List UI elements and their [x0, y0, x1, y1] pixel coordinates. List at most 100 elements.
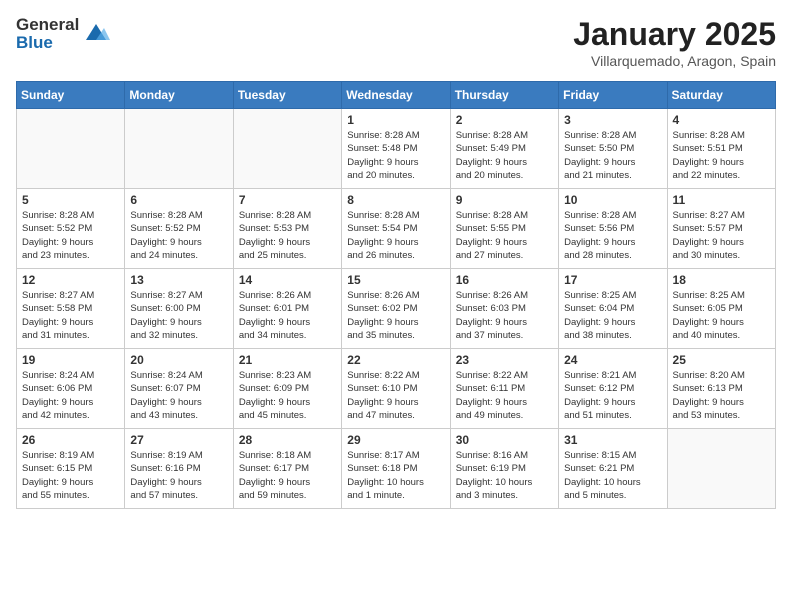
day-info: Sunrise: 8:20 AM Sunset: 6:13 PM Dayligh… [673, 369, 770, 422]
calendar-day-cell: 21 Sunrise: 8:23 AM Sunset: 6:09 PM Dayli… [233, 349, 341, 429]
day-number: 27 [130, 433, 227, 447]
day-number: 7 [239, 193, 336, 207]
weekday-header: Saturday [667, 82, 775, 109]
calendar-day-cell: 4Sunrise: 8:28 AM Sunset: 5:51 PM Daylig… [667, 109, 775, 189]
day-number: 8 [347, 193, 444, 207]
day-number: 25 [673, 353, 770, 367]
day-number: 17 [564, 273, 661, 287]
day-info: Sunrise: 8:16 AM Sunset: 6:19 PM Dayligh… [456, 449, 553, 502]
day-number: 22 [347, 353, 444, 367]
day-number: 5 [22, 193, 119, 207]
page-header: General Blue January 2025 Villarquemado,… [16, 16, 776, 69]
day-info: Sunrise: 8:27 AM Sunset: 5:57 PM Dayligh… [673, 209, 770, 262]
calendar-day-cell: 16 Sunrise: 8:26 AM Sunset: 6:03 PM Dayli… [450, 269, 558, 349]
calendar-day-cell: 9 Sunrise: 8:28 AM Sunset: 5:55 PM Daylig… [450, 189, 558, 269]
calendar-day-cell: 22 Sunrise: 8:22 AM Sunset: 6:10 PM Dayli… [342, 349, 450, 429]
day-info: Sunrise: 8:25 AM Sunset: 6:04 PM Dayligh… [564, 289, 661, 342]
calendar-day-cell: 6Sunrise: 8:28 AM Sunset: 5:52 PM Daylig… [125, 189, 233, 269]
day-info: Sunrise: 8:22 AM Sunset: 6:11 PM Dayligh… [456, 369, 553, 422]
day-info: Sunrise: 8:28 AM Sunset: 5:48 PM Dayligh… [347, 129, 444, 182]
day-number: 11 [673, 193, 770, 207]
calendar-day-cell: 7 Sunrise: 8:28 AM Sunset: 5:53 PM Daylig… [233, 189, 341, 269]
calendar-day-cell [125, 109, 233, 189]
day-info: Sunrise: 8:28 AM Sunset: 5:50 PM Dayligh… [564, 129, 661, 182]
calendar-day-cell: 8 Sunrise: 8:28 AM Sunset: 5:54 PM Daylig… [342, 189, 450, 269]
day-number: 9 [456, 193, 553, 207]
calendar-day-cell: 2 Sunrise: 8:28 AM Sunset: 5:49 PM Daylig… [450, 109, 558, 189]
day-number: 20 [130, 353, 227, 367]
calendar-header-row: SundayMondayTuesdayWednesdayThursdayFrid… [17, 82, 776, 109]
weekday-header: Sunday [17, 82, 125, 109]
weekday-header: Thursday [450, 82, 558, 109]
day-info: Sunrise: 8:19 AM Sunset: 6:16 PM Dayligh… [130, 449, 227, 502]
calendar-day-cell: 24Sunrise: 8:21 AM Sunset: 6:12 PM Dayli… [559, 349, 667, 429]
day-info: Sunrise: 8:19 AM Sunset: 6:15 PM Dayligh… [22, 449, 119, 502]
day-info: Sunrise: 8:28 AM Sunset: 5:54 PM Dayligh… [347, 209, 444, 262]
day-number: 13 [130, 273, 227, 287]
calendar-day-cell: 11 Sunrise: 8:27 AM Sunset: 5:57 PM Dayli… [667, 189, 775, 269]
logo: General Blue [16, 16, 110, 52]
calendar-day-cell: 29 Sunrise: 8:17 AM Sunset: 6:18 PM Dayli… [342, 429, 450, 509]
calendar-day-cell: 23 Sunrise: 8:22 AM Sunset: 6:11 PM Dayli… [450, 349, 558, 429]
calendar-day-cell: 13 Sunrise: 8:27 AM Sunset: 6:00 PM Dayli… [125, 269, 233, 349]
day-info: Sunrise: 8:28 AM Sunset: 5:55 PM Dayligh… [456, 209, 553, 262]
day-number: 15 [347, 273, 444, 287]
day-info: Sunrise: 8:27 AM Sunset: 5:58 PM Dayligh… [22, 289, 119, 342]
day-number: 1 [347, 113, 444, 127]
calendar-day-cell: 18Sunrise: 8:25 AM Sunset: 6:05 PM Dayli… [667, 269, 775, 349]
day-info: Sunrise: 8:21 AM Sunset: 6:12 PM Dayligh… [564, 369, 661, 422]
calendar-week-row: 19Sunrise: 8:24 AM Sunset: 6:06 PM Dayli… [17, 349, 776, 429]
day-number: 21 [239, 353, 336, 367]
calendar-day-cell: 3 Sunrise: 8:28 AM Sunset: 5:50 PM Daylig… [559, 109, 667, 189]
calendar-day-cell: 26 Sunrise: 8:19 AM Sunset: 6:15 PM Dayli… [17, 429, 125, 509]
calendar-day-cell: 5 Sunrise: 8:28 AM Sunset: 5:52 PM Daylig… [17, 189, 125, 269]
calendar-day-cell: 31 Sunrise: 8:15 AM Sunset: 6:21 PM Dayli… [559, 429, 667, 509]
day-number: 12 [22, 273, 119, 287]
weekday-header: Wednesday [342, 82, 450, 109]
month-title: January 2025 [573, 16, 776, 53]
calendar-day-cell [233, 109, 341, 189]
calendar-day-cell [17, 109, 125, 189]
day-info: Sunrise: 8:18 AM Sunset: 6:17 PM Dayligh… [239, 449, 336, 502]
weekday-header: Monday [125, 82, 233, 109]
day-number: 6 [130, 193, 227, 207]
day-info: Sunrise: 8:27 AM Sunset: 6:00 PM Dayligh… [130, 289, 227, 342]
calendar-week-row: 1 Sunrise: 8:28 AM Sunset: 5:48 PM Daylig… [17, 109, 776, 189]
calendar-day-cell [667, 429, 775, 509]
calendar-day-cell: 19Sunrise: 8:24 AM Sunset: 6:06 PM Dayli… [17, 349, 125, 429]
day-info: Sunrise: 8:28 AM Sunset: 5:51 PM Dayligh… [673, 129, 770, 182]
calendar-day-cell: 20 Sunrise: 8:24 AM Sunset: 6:07 PM Dayli… [125, 349, 233, 429]
day-info: Sunrise: 8:23 AM Sunset: 6:09 PM Dayligh… [239, 369, 336, 422]
day-info: Sunrise: 8:26 AM Sunset: 6:03 PM Dayligh… [456, 289, 553, 342]
day-info: Sunrise: 8:17 AM Sunset: 6:18 PM Dayligh… [347, 449, 444, 502]
day-info: Sunrise: 8:15 AM Sunset: 6:21 PM Dayligh… [564, 449, 661, 502]
day-number: 31 [564, 433, 661, 447]
calendar-day-cell: 27 Sunrise: 8:19 AM Sunset: 6:16 PM Dayli… [125, 429, 233, 509]
day-info: Sunrise: 8:28 AM Sunset: 5:52 PM Dayligh… [22, 209, 119, 262]
calendar-day-cell: 30 Sunrise: 8:16 AM Sunset: 6:19 PM Dayli… [450, 429, 558, 509]
day-info: Sunrise: 8:24 AM Sunset: 6:07 PM Dayligh… [130, 369, 227, 422]
day-info: Sunrise: 8:28 AM Sunset: 5:53 PM Dayligh… [239, 209, 336, 262]
day-number: 19 [22, 353, 119, 367]
calendar-table: SundayMondayTuesdayWednesdayThursdayFrid… [16, 81, 776, 509]
day-number: 23 [456, 353, 553, 367]
day-info: Sunrise: 8:26 AM Sunset: 6:02 PM Dayligh… [347, 289, 444, 342]
day-number: 29 [347, 433, 444, 447]
day-info: Sunrise: 8:28 AM Sunset: 5:49 PM Dayligh… [456, 129, 553, 182]
day-number: 18 [673, 273, 770, 287]
day-number: 3 [564, 113, 661, 127]
calendar-week-row: 5 Sunrise: 8:28 AM Sunset: 5:52 PM Daylig… [17, 189, 776, 269]
weekday-header: Tuesday [233, 82, 341, 109]
day-info: Sunrise: 8:28 AM Sunset: 5:56 PM Dayligh… [564, 209, 661, 262]
day-number: 2 [456, 113, 553, 127]
calendar-day-cell: 15 Sunrise: 8:26 AM Sunset: 6:02 PM Dayli… [342, 269, 450, 349]
day-number: 28 [239, 433, 336, 447]
day-number: 30 [456, 433, 553, 447]
day-number: 16 [456, 273, 553, 287]
calendar-week-row: 12 Sunrise: 8:27 AM Sunset: 5:58 PM Dayli… [17, 269, 776, 349]
calendar-day-cell: 17 Sunrise: 8:25 AM Sunset: 6:04 PM Dayli… [559, 269, 667, 349]
logo-blue: Blue [16, 34, 79, 52]
day-number: 26 [22, 433, 119, 447]
day-info: Sunrise: 8:22 AM Sunset: 6:10 PM Dayligh… [347, 369, 444, 422]
calendar-day-cell: 25 Sunrise: 8:20 AM Sunset: 6:13 PM Dayli… [667, 349, 775, 429]
